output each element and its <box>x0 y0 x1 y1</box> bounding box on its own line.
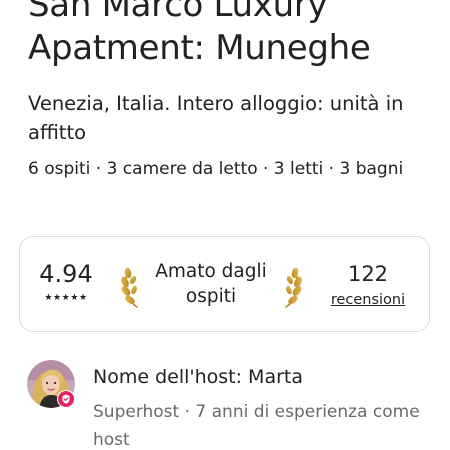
guest-favorite-label: Amato dagli ospiti <box>155 261 267 307</box>
laurel-right-icon <box>285 267 302 308</box>
host-avatar-wrapper[interactable] <box>27 360 75 408</box>
listing-page: San Marco Luxury Apatment: Muneghe Venez… <box>0 0 450 450</box>
superhost-badge-icon <box>57 390 75 408</box>
listing-subtitle: Venezia, Italia. Intero alloggio: unità … <box>28 92 404 144</box>
guest-favorite-card[interactable]: 4.94 ★★★★★ Amato dagli ospiti 122 recens… <box>19 236 430 332</box>
host-meta: Superhost · 7 anni di esperienza come ho… <box>93 402 420 450</box>
rating-score: 4.94 <box>39 260 93 288</box>
reviews-link[interactable]: recensioni <box>316 290 420 310</box>
listing-details: 6 ospiti · 3 camere da letto · 3 letti ·… <box>28 159 404 179</box>
star-rating-icon: ★★★★★ <box>44 293 88 303</box>
host-name: Nome dell'host: Marta <box>93 366 304 388</box>
listing-title: San Marco Luxury Apatment: Muneghe <box>28 0 371 68</box>
reviews-count: 122 <box>347 262 389 286</box>
laurel-left-icon <box>121 267 138 308</box>
